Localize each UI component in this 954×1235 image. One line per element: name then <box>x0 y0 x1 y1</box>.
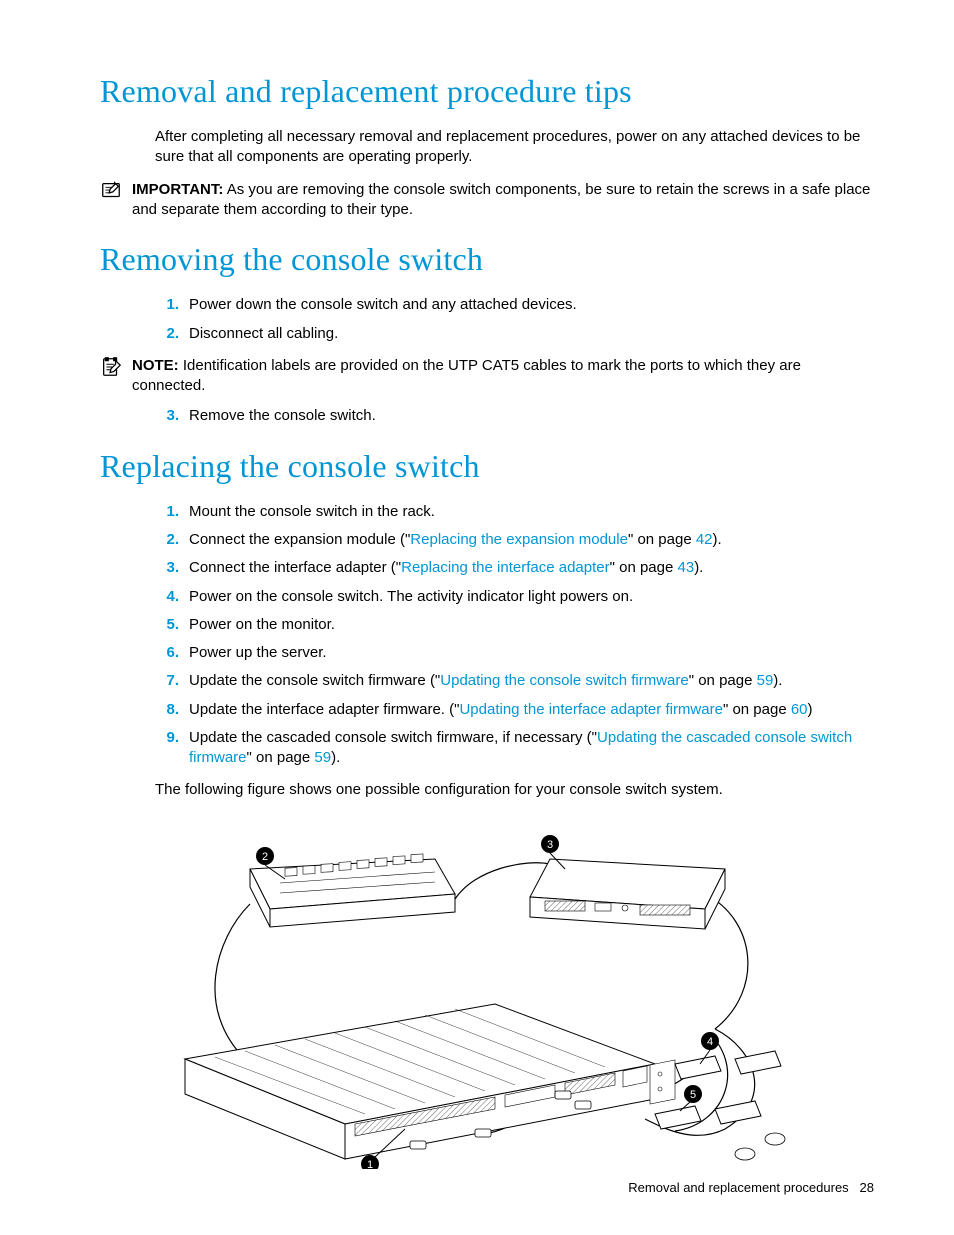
replacing-step-1: Mount the console switch in the rack. <box>185 502 874 522</box>
svg-text:3: 3 <box>547 839 553 851</box>
s8-mid: " on page <box>723 701 791 718</box>
replacing-step-8: Update the interface adapter firmware. (… <box>185 700 874 720</box>
replacing-step-9: Update the cascaded console switch firmw… <box>185 728 874 769</box>
replacing-step-2: Connect the expansion module ("Replacing… <box>185 530 874 550</box>
removing-steps-3: Remove the console switch. <box>155 406 874 426</box>
removing-step-3: Remove the console switch. <box>185 406 874 426</box>
replacing-step-5: Power on the monitor. <box>185 615 874 635</box>
svg-text:4: 4 <box>707 1036 713 1048</box>
diagram-console-switch-top <box>530 859 725 929</box>
footer-page-number: 28 <box>860 1180 874 1195</box>
figure-caption: The following figure shows one possible … <box>155 780 874 800</box>
replacing-step-3: Connect the interface adapter ("Replacin… <box>185 558 874 578</box>
note-icon <box>100 356 122 384</box>
diagram-rack-server <box>185 1004 675 1159</box>
svg-text:1: 1 <box>367 1159 373 1169</box>
replacing-step-4: Power on the console switch. The activit… <box>185 587 874 607</box>
page-ref-59b[interactable]: 59 <box>314 749 331 766</box>
s3-mid: " on page <box>610 559 678 576</box>
s2-pre: Connect the expansion module (" <box>189 531 410 548</box>
link-adapter-firmware[interactable]: Updating the interface adapter firmware <box>459 701 722 718</box>
footer-section: Removal and replacement procedures <box>628 1180 848 1195</box>
s3-post: ). <box>694 559 703 576</box>
configuration-diagram: 2 3 1 4 5 <box>155 809 795 1169</box>
link-console-firmware[interactable]: Updating the console switch firmware <box>440 672 688 689</box>
removing-steps-1-2: Power down the console switch and any at… <box>155 295 874 344</box>
heading-replacing: Replacing the console switch <box>100 445 874 488</box>
important-label: IMPORTANT: <box>132 181 223 198</box>
removing-step-1: Power down the console switch and any at… <box>185 295 874 315</box>
s9-mid: " on page <box>247 749 315 766</box>
s8-pre: Update the interface adapter firmware. (… <box>189 701 459 718</box>
note-callout: NOTE: Identification labels are provided… <box>100 356 874 397</box>
document-page: Removal and replacement procedure tips A… <box>0 0 954 1235</box>
s8-post: ) <box>808 701 813 718</box>
note-text: Identification labels are provided on th… <box>132 357 801 394</box>
s9-pre: Update the cascaded console switch firmw… <box>189 729 597 746</box>
important-icon <box>100 180 122 208</box>
s2-mid: " on page <box>628 531 696 548</box>
s7-post: ). <box>773 672 782 689</box>
heading-removing: Removing the console switch <box>100 238 874 281</box>
page-ref-59a[interactable]: 59 <box>757 672 774 689</box>
page-ref-42[interactable]: 42 <box>696 531 713 548</box>
link-interface-adapter[interactable]: Replacing the interface adapter <box>401 559 609 576</box>
important-callout: IMPORTANT: As you are removing the conso… <box>100 180 874 221</box>
s3-pre: Connect the interface adapter (" <box>189 559 401 576</box>
replacing-step-6: Power up the server. <box>185 643 874 663</box>
svg-text:2: 2 <box>262 851 268 863</box>
link-expansion-module[interactable]: Replacing the expansion module <box>410 531 628 548</box>
diagram-expansion-module <box>250 854 455 927</box>
page-ref-60[interactable]: 60 <box>791 701 808 718</box>
s9-post: ). <box>331 749 340 766</box>
s2-post: ). <box>713 531 722 548</box>
heading-tips: Removal and replacement procedure tips <box>100 70 874 113</box>
tips-intro-paragraph: After completing all necessary removal a… <box>155 127 874 168</box>
important-text: As you are removing the console switch c… <box>132 181 870 218</box>
replacing-steps: Mount the console switch in the rack. Co… <box>155 502 874 769</box>
s7-pre: Update the console switch firmware (" <box>189 672 440 689</box>
note-label: NOTE: <box>132 357 179 374</box>
page-footer: Removal and replacement procedures 28 <box>628 1179 874 1197</box>
page-ref-43[interactable]: 43 <box>678 559 695 576</box>
s7-mid: " on page <box>689 672 757 689</box>
replacing-step-7: Update the console switch firmware ("Upd… <box>185 671 874 691</box>
svg-text:5: 5 <box>690 1089 696 1101</box>
removing-step-2: Disconnect all cabling. <box>185 324 874 344</box>
